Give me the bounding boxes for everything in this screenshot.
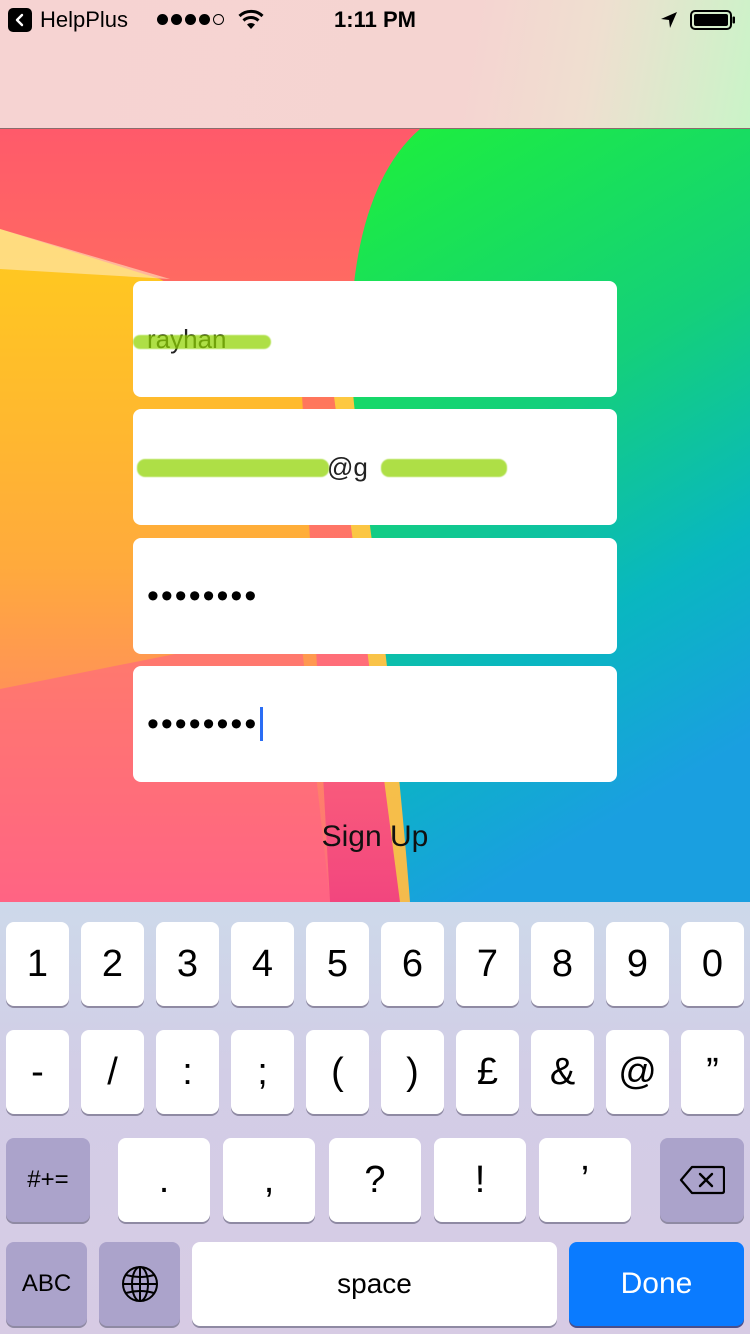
key-exclamation[interactable]: ! (434, 1138, 526, 1222)
key-1[interactable]: 1 (6, 922, 69, 1006)
backspace-icon (679, 1165, 725, 1195)
backspace-key[interactable] (660, 1138, 744, 1222)
email-field[interactable]: @g (133, 409, 617, 525)
confirm-password-field[interactable]: •••••••• (133, 666, 617, 782)
redaction-mark (381, 459, 507, 477)
key-0[interactable]: 0 (681, 922, 744, 1006)
key-comma[interactable]: , (223, 1138, 315, 1222)
password-field[interactable]: •••••••• (133, 538, 617, 654)
signup-screen: rayhan @g •••••••• •••••••• Sign Up (0, 129, 750, 902)
text-cursor (260, 707, 264, 741)
key-pound[interactable]: £ (456, 1030, 519, 1114)
battery-icon (690, 10, 735, 30)
location-arrow-icon (661, 12, 677, 28)
key-period[interactable]: . (118, 1138, 210, 1222)
redaction-mark (137, 459, 329, 477)
key-quote[interactable]: ” (681, 1030, 744, 1114)
key-ampersand[interactable]: & (531, 1030, 594, 1114)
key-4[interactable]: 4 (231, 922, 294, 1006)
navigation-bar: HelpPlus 1:11 PM (0, 0, 750, 129)
email-value: @g (327, 451, 368, 482)
key-3[interactable]: 3 (156, 922, 219, 1006)
key-colon[interactable]: : (156, 1030, 219, 1114)
key-close-paren[interactable]: ) (381, 1030, 444, 1114)
confirm-password-mask: •••••••• (147, 705, 259, 743)
key-9[interactable]: 9 (606, 922, 669, 1006)
key-open-paren[interactable]: ( (306, 1030, 369, 1114)
key-at[interactable]: @ (606, 1030, 669, 1114)
key-7[interactable]: 7 (456, 922, 519, 1006)
space-key[interactable]: space (192, 1242, 557, 1326)
password-mask: •••••••• (147, 577, 259, 615)
key-apostrophe[interactable]: ’ (539, 1138, 631, 1222)
sign-up-button[interactable]: Sign Up (0, 819, 750, 855)
name-field[interactable]: rayhan (133, 281, 617, 397)
status-time: 1:11 PM (334, 7, 416, 32)
key-hyphen[interactable]: - (6, 1030, 69, 1114)
redaction-mark (133, 335, 271, 349)
done-key[interactable]: Done (569, 1242, 744, 1326)
key-8[interactable]: 8 (531, 922, 594, 1006)
key-question[interactable]: ? (329, 1138, 421, 1222)
globe-key[interactable] (99, 1242, 180, 1326)
symbols-toggle-key[interactable]: #+= (6, 1138, 90, 1222)
status-bar: HelpPlus 1:11 PM (0, 0, 750, 40)
key-5[interactable]: 5 (306, 922, 369, 1006)
abc-toggle-key[interactable]: ABC (6, 1242, 87, 1326)
key-6[interactable]: 6 (381, 922, 444, 1006)
key-slash[interactable]: / (81, 1030, 144, 1114)
globe-icon (121, 1266, 158, 1302)
key-semicolon[interactable]: ; (231, 1030, 294, 1114)
keyboard: 1 2 3 4 5 6 7 8 9 0 - / : ; ( ) £ & @ ” … (0, 902, 750, 1334)
key-2[interactable]: 2 (81, 922, 144, 1006)
